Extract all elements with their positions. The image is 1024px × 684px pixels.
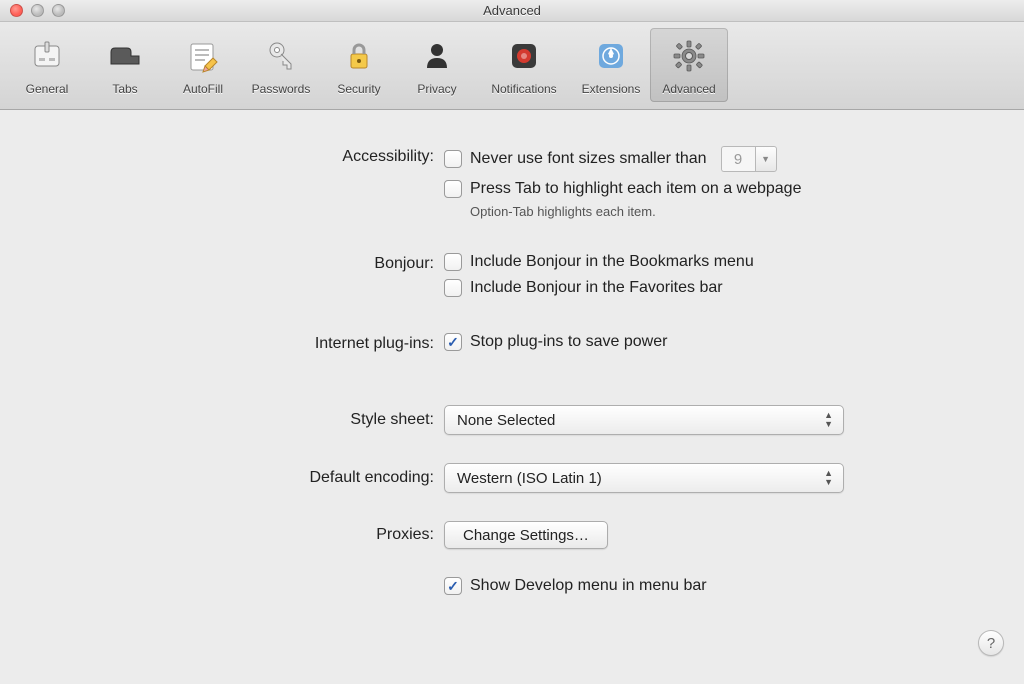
press-tab-hint: Option-Tab highlights each item.: [470, 204, 1000, 219]
tab-extensions[interactable]: Extensions: [572, 28, 650, 102]
show-develop-label: Show Develop menu in menu bar: [470, 577, 707, 595]
bonjour-label: Bonjour:: [24, 253, 444, 273]
checkbox-show-develop-menu[interactable]: [444, 577, 462, 595]
checkbox-never-font-size[interactable]: [444, 150, 462, 168]
tab-icon: [101, 32, 149, 80]
minimize-icon[interactable]: [31, 4, 44, 17]
stylesheet-label: Style sheet:: [24, 405, 444, 429]
font-size-stepper[interactable]: 9 ▼: [721, 146, 777, 172]
gear-icon: [665, 32, 713, 80]
tab-advanced-label: Advanced: [662, 82, 715, 96]
titlebar: Advanced: [0, 0, 1024, 22]
checkbox-bonjour-bookmarks[interactable]: [444, 253, 462, 271]
tab-privacy-label: Privacy: [417, 82, 456, 96]
preferences-toolbar: General Tabs AutoFill: [0, 22, 1024, 110]
encoding-value: Western (ISO Latin 1): [457, 470, 602, 487]
tab-tabs-label: Tabs: [112, 82, 137, 96]
stop-plugins-label: Stop plug-ins to save power: [470, 333, 667, 351]
tab-extensions-label: Extensions: [582, 82, 641, 96]
plugins-label: Internet plug-ins:: [24, 333, 444, 353]
tab-notifications-label: Notifications: [491, 82, 556, 96]
row-plugins: Internet plug-ins: Stop plug-ins to save…: [24, 333, 1000, 359]
tab-passwords-label: Passwords: [252, 82, 311, 96]
help-button[interactable]: ?: [978, 630, 1004, 656]
tab-security[interactable]: Security: [320, 28, 398, 102]
bonjour-bookmarks-label: Include Bonjour in the Bookmarks menu: [470, 253, 754, 271]
tab-tabs[interactable]: Tabs: [86, 28, 164, 102]
checkbox-bonjour-favorites[interactable]: [444, 279, 462, 297]
never-font-size-label: Never use font sizes smaller than: [470, 150, 707, 168]
select-arrows-icon: ▲▼: [824, 411, 833, 429]
encoding-select[interactable]: Western (ISO Latin 1) ▲▼: [444, 463, 844, 493]
row-develop: Show Develop menu in menu bar: [24, 577, 1000, 603]
tab-notifications[interactable]: Notifications: [476, 28, 572, 102]
key-icon: [257, 32, 305, 80]
lock-icon: [335, 32, 383, 80]
extensions-icon: [587, 32, 635, 80]
tab-autofill-label: AutoFill: [183, 82, 223, 96]
proxies-label: Proxies:: [24, 521, 444, 544]
accessibility-label: Accessibility:: [24, 146, 444, 166]
font-size-value: 9: [721, 146, 755, 172]
checkbox-press-tab[interactable]: [444, 180, 462, 198]
chevron-down-icon[interactable]: ▼: [755, 146, 777, 172]
zoom-icon[interactable]: [52, 4, 65, 17]
tab-general[interactable]: General: [8, 28, 86, 102]
encoding-label: Default encoding:: [24, 463, 444, 487]
row-stylesheet: Style sheet: None Selected ▲▼: [24, 405, 1000, 435]
tab-general-label: General: [26, 82, 69, 96]
notifications-icon: [500, 32, 548, 80]
row-bonjour: Bonjour: Include Bonjour in the Bookmark…: [24, 253, 1000, 305]
select-arrows-icon: ▲▼: [824, 469, 833, 487]
row-proxies: Proxies: Change Settings…: [24, 521, 1000, 549]
window-controls: [10, 4, 65, 17]
checkbox-stop-plugins[interactable]: [444, 333, 462, 351]
row-encoding: Default encoding: Western (ISO Latin 1) …: [24, 463, 1000, 493]
autofill-icon: [179, 32, 227, 80]
stylesheet-value: None Selected: [457, 412, 555, 429]
tab-privacy[interactable]: Privacy: [398, 28, 476, 102]
window-title: Advanced: [483, 3, 541, 18]
close-icon[interactable]: [10, 4, 23, 17]
tab-autofill[interactable]: AutoFill: [164, 28, 242, 102]
stylesheet-select[interactable]: None Selected ▲▼: [444, 405, 844, 435]
tab-passwords[interactable]: Passwords: [242, 28, 320, 102]
privacy-icon: [413, 32, 461, 80]
change-settings-label: Change Settings…: [463, 527, 589, 544]
switch-icon: [23, 32, 71, 80]
tab-security-label: Security: [337, 82, 380, 96]
advanced-pane: Accessibility: Never use font sizes smal…: [0, 110, 1024, 603]
bonjour-favorites-label: Include Bonjour in the Favorites bar: [470, 279, 723, 297]
row-accessibility: Accessibility: Never use font sizes smal…: [24, 146, 1000, 225]
press-tab-label: Press Tab to highlight each item on a we…: [470, 180, 801, 198]
help-icon: ?: [987, 635, 995, 652]
change-settings-button[interactable]: Change Settings…: [444, 521, 608, 549]
tab-advanced[interactable]: Advanced: [650, 28, 728, 102]
